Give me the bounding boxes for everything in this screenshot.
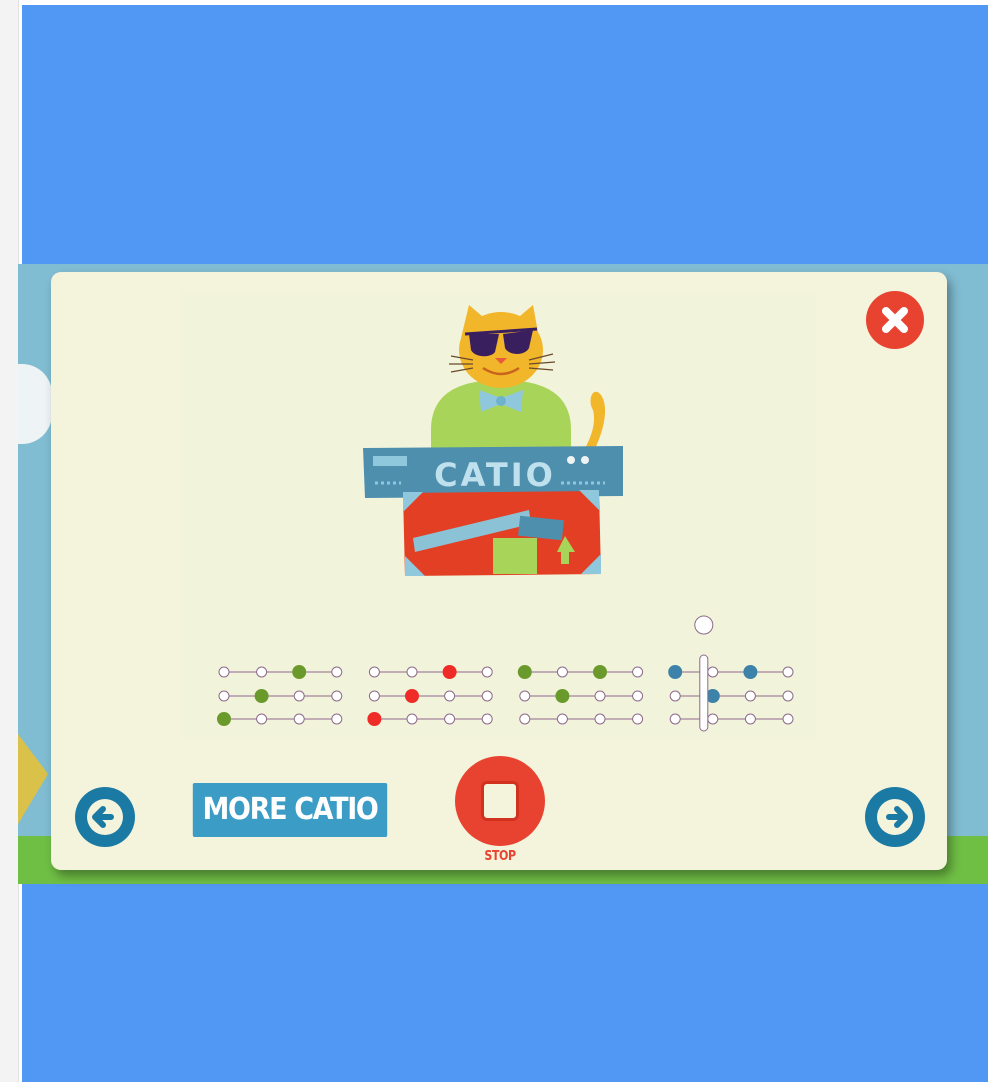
sequencer-step-off[interactable]	[331, 666, 343, 678]
stop-label: STOP	[484, 849, 516, 864]
sequencer-step-on[interactable]	[593, 665, 607, 679]
sequencer-step-off[interactable]	[218, 666, 230, 678]
sequencer-step-off[interactable]	[368, 666, 380, 678]
sequencer-step-off[interactable]	[519, 713, 531, 725]
sequencer-step-off[interactable]	[256, 713, 268, 725]
sequencer-step-off[interactable]	[519, 690, 531, 702]
sequencer-step-on[interactable]	[367, 712, 382, 726]
sequencer-step-off[interactable]	[444, 690, 456, 702]
playhead-knob[interactable]	[694, 615, 714, 635]
playhead-icon[interactable]	[699, 654, 709, 732]
sequencer-step-on[interactable]	[292, 665, 307, 679]
sequencer-step-off[interactable]	[444, 713, 456, 725]
catio-cat-illustration: CATIO	[363, 305, 623, 576]
beat-sequencer-grid[interactable]	[216, 607, 796, 737]
sequencer-step-off[interactable]	[744, 713, 756, 725]
sequencer-step-on[interactable]	[743, 665, 758, 679]
page-background-top	[22, 5, 988, 264]
sequencer-step-on[interactable]	[217, 712, 231, 726]
sequencer-step-off[interactable]	[406, 666, 418, 678]
sequencer-step-off[interactable]	[331, 690, 343, 702]
keyboard-brand-label: CATIO	[434, 456, 556, 494]
arrow-left-icon	[87, 799, 123, 835]
previous-button[interactable]	[75, 787, 135, 847]
sequencer-step-off[interactable]	[293, 713, 305, 725]
sequencer-step-off[interactable]	[782, 666, 794, 678]
sequencer-step-off[interactable]	[707, 666, 719, 678]
sequencer-step-off[interactable]	[481, 666, 493, 678]
close-button[interactable]	[866, 291, 924, 349]
sequencer-step-on[interactable]	[254, 689, 269, 703]
sequencer-step-off[interactable]	[218, 690, 230, 702]
sequencer-step-on[interactable]	[442, 665, 457, 679]
sequencer-step-off[interactable]	[481, 690, 493, 702]
sequencer-step-off[interactable]	[594, 713, 606, 725]
sequencer-step-off[interactable]	[782, 690, 794, 702]
sequencer-step-on[interactable]	[405, 689, 419, 703]
sequencer-step-on[interactable]	[668, 665, 683, 679]
sequencer-step-off[interactable]	[707, 713, 719, 725]
sequencer-step-off[interactable]	[368, 690, 380, 702]
sequencer-step-off[interactable]	[632, 713, 644, 725]
sequencer-step-on[interactable]	[555, 689, 570, 703]
stop-button[interactable]	[455, 756, 545, 846]
catio-modal: CATIO MORE CATIO STOP	[51, 272, 947, 870]
sequencer-step-off[interactable]	[481, 713, 493, 725]
sequencer-step-off[interactable]	[744, 690, 756, 702]
sequencer-step-on[interactable]	[517, 665, 532, 679]
sequencer-step-off[interactable]	[256, 666, 268, 678]
sequencer-step-off[interactable]	[782, 713, 794, 725]
more-catio-button[interactable]: MORE CATIO	[192, 783, 388, 837]
page-background-bottom	[22, 884, 988, 1082]
sequencer-step-off[interactable]	[669, 690, 681, 702]
sequencer-step-off[interactable]	[406, 713, 418, 725]
sequencer-step-off[interactable]	[632, 690, 644, 702]
stop-square-icon	[481, 781, 519, 821]
sequencer-step-off[interactable]	[556, 666, 568, 678]
cloud-decoration	[18, 364, 52, 444]
close-x-icon	[882, 307, 908, 333]
browser-left-edge	[0, 0, 19, 1082]
next-button[interactable]	[865, 787, 925, 847]
sequencer-step-off[interactable]	[632, 666, 644, 678]
sequencer-step-off[interactable]	[331, 713, 343, 725]
hill-decoration	[18, 734, 48, 824]
sequencer-step-off[interactable]	[293, 690, 305, 702]
arrow-right-icon	[877, 799, 913, 835]
sequencer-step-off[interactable]	[669, 713, 681, 725]
sequencer-step-off[interactable]	[556, 713, 568, 725]
sequencer-step-off[interactable]	[594, 690, 606, 702]
